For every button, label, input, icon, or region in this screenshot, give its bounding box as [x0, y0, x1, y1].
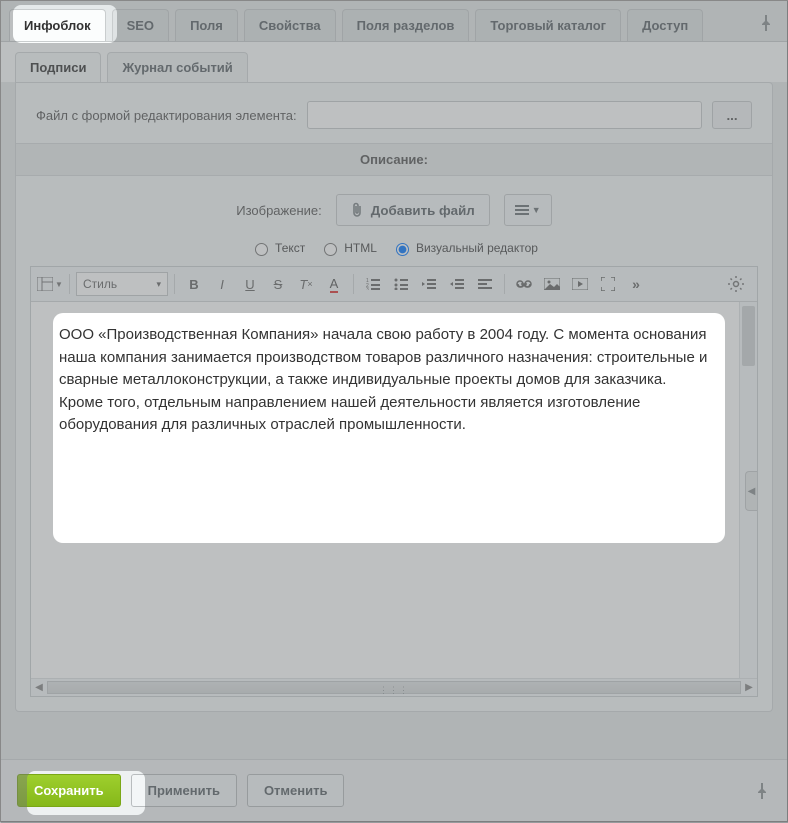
editor-content[interactable]: ООО «Производственная Компания» начала с…	[31, 302, 739, 678]
edit-file-label: Файл с формой редактирования элемента:	[36, 108, 297, 123]
tab-label: SEO	[127, 18, 154, 33]
indent-icon[interactable]	[444, 271, 470, 297]
outdent-icon[interactable]	[416, 271, 442, 297]
description-header: Описание:	[16, 143, 772, 176]
pin-icon[interactable]	[755, 783, 769, 799]
clear-format-icon[interactable]: T×	[293, 271, 319, 297]
radio-label: HTML	[344, 241, 377, 255]
tab-access[interactable]: Доступ	[627, 9, 703, 41]
editor-area: ООО «Производственная Компания» начала с…	[31, 302, 757, 678]
scroll-left-icon[interactable]: ◀	[31, 679, 47, 696]
tab-trade-catalog[interactable]: Торговый каталог	[475, 9, 621, 41]
style-select[interactable]: Стиль ▾	[76, 272, 168, 296]
editor: ▼ Стиль ▾ B I U S T× A 123	[30, 266, 758, 697]
add-file-button[interactable]: Добавить файл	[336, 194, 490, 226]
image-label: Изображение:	[236, 203, 322, 218]
editor-toolbar: ▼ Стиль ▾ B I U S T× A 123	[31, 267, 757, 302]
tab-seo[interactable]: SEO	[112, 9, 169, 41]
fullscreen-icon[interactable]	[595, 271, 621, 297]
tab-label: Торговый каталог	[490, 18, 606, 33]
radio-label: Визуальный редактор	[416, 241, 538, 255]
radio-html[interactable]: HTML	[319, 240, 377, 256]
gear-icon[interactable]	[723, 271, 749, 297]
tab-label: Инфоблок	[24, 18, 91, 33]
tab-label: Подписи	[30, 60, 86, 75]
strike-icon[interactable]: S	[265, 271, 291, 297]
tab-fields[interactable]: Поля	[175, 9, 238, 41]
collapse-handle[interactable]: ◀	[745, 471, 757, 511]
more-icon[interactable]: »	[623, 271, 649, 297]
browse-button[interactable]: ...	[712, 101, 752, 129]
scroll-right-icon[interactable]: ▶	[741, 679, 757, 696]
image-row: Изображение: Добавить файл ▼	[16, 176, 772, 238]
chevron-down-icon: ▾	[156, 279, 161, 290]
radio-visual[interactable]: Визуальный редактор	[391, 240, 538, 256]
image-menu-button[interactable]: ▼	[504, 194, 552, 226]
horizontal-scrollbar[interactable]: ◀ ⋮⋮⋮ ▶	[31, 678, 757, 696]
tab-label: Свойства	[259, 18, 321, 33]
hamburger-icon	[515, 205, 529, 215]
radio-label: Текст	[275, 241, 305, 255]
image-icon[interactable]	[539, 271, 565, 297]
page: Инфоблок SEO Поля Свойства Поля разделов…	[0, 0, 788, 822]
edit-file-row: Файл с формой редактирования элемента: .…	[16, 97, 772, 143]
align-left-icon[interactable]	[472, 271, 498, 297]
sub-tab-row: Подписи Журнал событий	[1, 41, 787, 82]
italic-icon[interactable]: I	[209, 271, 235, 297]
footer: Сохранить Применить Отменить	[1, 759, 787, 821]
bold-icon[interactable]: B	[181, 271, 207, 297]
edit-file-input[interactable]	[307, 101, 702, 129]
tab-label: Журнал событий	[122, 60, 232, 75]
paperclip-icon	[351, 202, 363, 218]
scroll-thumb[interactable]: ⋮⋮⋮	[47, 681, 741, 694]
top-tab-row: Инфоблок SEO Поля Свойства Поля разделов…	[1, 1, 787, 41]
tab-signatures[interactable]: Подписи	[15, 52, 101, 82]
chevron-down-icon: ▼	[532, 205, 541, 215]
tab-label: Поля разделов	[357, 18, 455, 33]
template-icon[interactable]: ▼	[37, 271, 63, 297]
save-button[interactable]: Сохранить	[17, 774, 121, 807]
apply-button[interactable]: Применить	[131, 774, 237, 807]
video-icon[interactable]	[567, 271, 593, 297]
tab-properties[interactable]: Свойства	[244, 9, 336, 41]
ordered-list-icon[interactable]: 123	[360, 271, 386, 297]
add-file-label: Добавить файл	[371, 203, 475, 218]
svg-text:3: 3	[366, 287, 369, 290]
cancel-button[interactable]: Отменить	[247, 774, 345, 807]
scroll-thumb[interactable]	[742, 306, 755, 366]
tab-event-log[interactable]: Журнал событий	[107, 52, 247, 82]
tab-label: Поля	[190, 18, 223, 33]
unordered-list-icon[interactable]	[388, 271, 414, 297]
tab-label: Доступ	[642, 18, 688, 33]
radio-text[interactable]: Текст	[250, 240, 305, 256]
editor-mode-radios: Текст HTML Визуальный редактор	[16, 238, 772, 266]
radio-visual-input[interactable]	[396, 243, 409, 256]
link-icon[interactable]	[511, 271, 537, 297]
radio-text-input[interactable]	[255, 243, 268, 256]
tab-section-fields[interactable]: Поля разделов	[342, 9, 470, 41]
pin-icon[interactable]	[759, 15, 773, 31]
style-select-label: Стиль	[83, 277, 117, 291]
underline-icon[interactable]: U	[237, 271, 263, 297]
inner-panel: Файл с формой редактирования элемента: .…	[15, 82, 773, 712]
tab-infoblock[interactable]: Инфоблок	[9, 9, 106, 41]
text-color-icon[interactable]: A	[321, 271, 347, 297]
radio-html-input[interactable]	[324, 243, 337, 256]
